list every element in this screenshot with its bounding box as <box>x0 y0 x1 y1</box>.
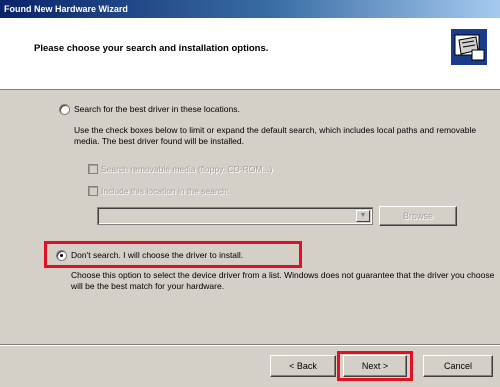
cancel-button[interactable]: Cancel <box>423 355 493 377</box>
search-radio[interactable] <box>59 104 70 115</box>
search-option-label[interactable]: Search for the best driver in these loca… <box>74 104 240 115</box>
wizard-header: Please choose your search and installati… <box>0 18 500 90</box>
chevron-down-icon[interactable]: ▼ <box>356 210 370 222</box>
dont-search-radio[interactable] <box>56 250 67 261</box>
dont-search-option-description: Choose this option to select the device … <box>71 270 495 291</box>
search-option-description: Use the check boxes below to limit or ex… <box>74 125 477 146</box>
dont-search-option-label[interactable]: Don't search. I will choose the driver t… <box>71 250 243 261</box>
page-title: Please choose your search and installati… <box>34 43 269 54</box>
back-button[interactable]: < Back <box>270 355 336 377</box>
hardware-wizard-icon <box>451 29 487 65</box>
search-removable-label: Search removable media (floppy, CD-ROM..… <box>101 164 273 174</box>
location-combobox[interactable]: ▼ <box>97 207 373 225</box>
include-location-label: Include this location in the search: <box>101 186 230 196</box>
browse-button[interactable]: Browse <box>379 206 457 226</box>
wizard-content: Search for the best driver in these loca… <box>0 92 500 342</box>
next-button[interactable]: Next > <box>343 355 407 377</box>
window-title: Found New Hardware Wizard <box>0 0 500 18</box>
include-location-checkbox[interactable] <box>88 186 98 196</box>
search-removable-checkbox[interactable] <box>88 164 98 174</box>
footer-divider-highlight <box>0 345 500 346</box>
